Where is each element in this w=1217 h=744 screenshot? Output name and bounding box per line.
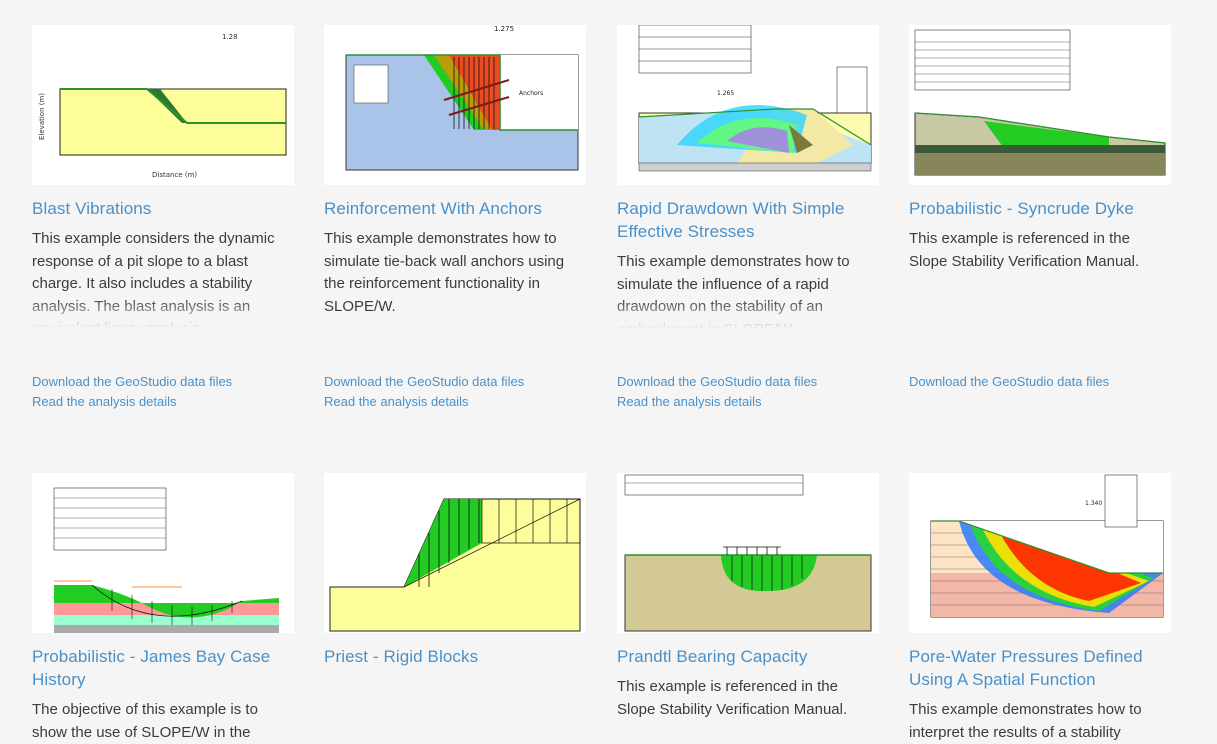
example-title[interactable]: Pore-Water Pressures Defined Using A Spa… — [909, 645, 1171, 691]
example-description: This example demonstrates how to simulat… — [617, 251, 879, 329]
example-description: This example is referenced in the Slope … — [617, 678, 848, 718]
card-links: Download the GeoStudio data files Read t… — [617, 372, 817, 412]
factor-of-safety: 1.265 — [717, 90, 734, 97]
details-link[interactable]: Read the analysis details — [32, 392, 232, 412]
y-axis-label: Elevation (m) — [38, 93, 46, 140]
anchors-label: Anchors — [519, 90, 543, 97]
examples-grid: Distance (m) Elevation (m) 1.28 Blast Vi… — [0, 0, 1217, 741]
details-link[interactable]: Read the analysis details — [324, 392, 524, 412]
factor-of-safety: 1.28 — [222, 33, 238, 41]
example-card: Probabilistic - Syncrude Dyke This examp… — [909, 25, 1171, 389]
download-link[interactable]: Download the GeoStudio data files — [617, 372, 817, 392]
example-card: Priest - Rigid Blocks — [324, 473, 586, 668]
example-card: Distance (m) Elevation (m) 1.28 Blast Vi… — [32, 25, 294, 409]
card-links: Download the GeoStudio data files — [909, 372, 1109, 392]
download-link[interactable]: Download the GeoStudio data files — [32, 372, 232, 392]
example-title[interactable]: Rapid Drawdown With Simple Effective Str… — [617, 197, 879, 243]
thumbnail-prandtl-bearing[interactable] — [617, 473, 879, 633]
example-description: This example demonstrates how to simulat… — [324, 230, 565, 315]
example-title[interactable]: Reinforcement With Anchors — [324, 197, 586, 220]
download-link[interactable]: Download the GeoStudio data files — [909, 372, 1109, 392]
example-description: This example considers the dynamic respo… — [32, 228, 294, 328]
thumbnail-rapid-drawdown[interactable]: 1.265 — [617, 25, 879, 185]
card-links: Download the GeoStudio data files Read t… — [324, 372, 524, 412]
thumbnail-pore-water-spatial[interactable]: 1.340 — [909, 473, 1171, 633]
example-description: The objective of this example is to show… — [32, 701, 258, 741]
thumbnail-reinforcement-anchors[interactable]: Anchors 1.275 — [324, 25, 586, 185]
factor-of-safety: 1.340 — [1085, 500, 1102, 507]
card-links: Download the GeoStudio data files Read t… — [32, 372, 232, 412]
thumbnail-syncrude-dyke[interactable] — [909, 25, 1171, 185]
thumbnail-blast-vibrations[interactable]: Distance (m) Elevation (m) 1.28 — [32, 25, 294, 185]
factor-of-safety: 1.275 — [494, 25, 514, 33]
details-link[interactable]: Read the analysis details — [617, 392, 817, 412]
example-description: This example is referenced in the Slope … — [909, 230, 1140, 270]
example-title[interactable]: Priest - Rigid Blocks — [324, 645, 586, 668]
example-card: 1.265 Rapid Drawdown With Simple Effecti… — [617, 25, 879, 409]
example-title[interactable]: Prandtl Bearing Capacity — [617, 645, 879, 668]
example-card: Prandtl Bearing Capacity This example is… — [617, 473, 879, 721]
example-title[interactable]: Blast Vibrations — [32, 197, 294, 220]
thumbnail-james-bay[interactable] — [32, 473, 294, 633]
example-card: 1.340 Pore-Water Pressures Defined Using… — [909, 473, 1171, 744]
example-card: Anchors 1.275 Reinforcement With Anchors… — [324, 25, 586, 409]
download-link[interactable]: Download the GeoStudio data files — [324, 372, 524, 392]
example-description: This example demonstrates how to interpr… — [909, 701, 1142, 741]
example-card: Probabilistic - James Bay Case History T… — [32, 473, 294, 744]
thumbnail-priest-rigid-blocks[interactable] — [324, 473, 586, 633]
example-title[interactable]: Probabilistic - Syncrude Dyke — [909, 197, 1171, 220]
example-title[interactable]: Probabilistic - James Bay Case History — [32, 645, 294, 691]
x-axis-label: Distance (m) — [152, 171, 197, 179]
